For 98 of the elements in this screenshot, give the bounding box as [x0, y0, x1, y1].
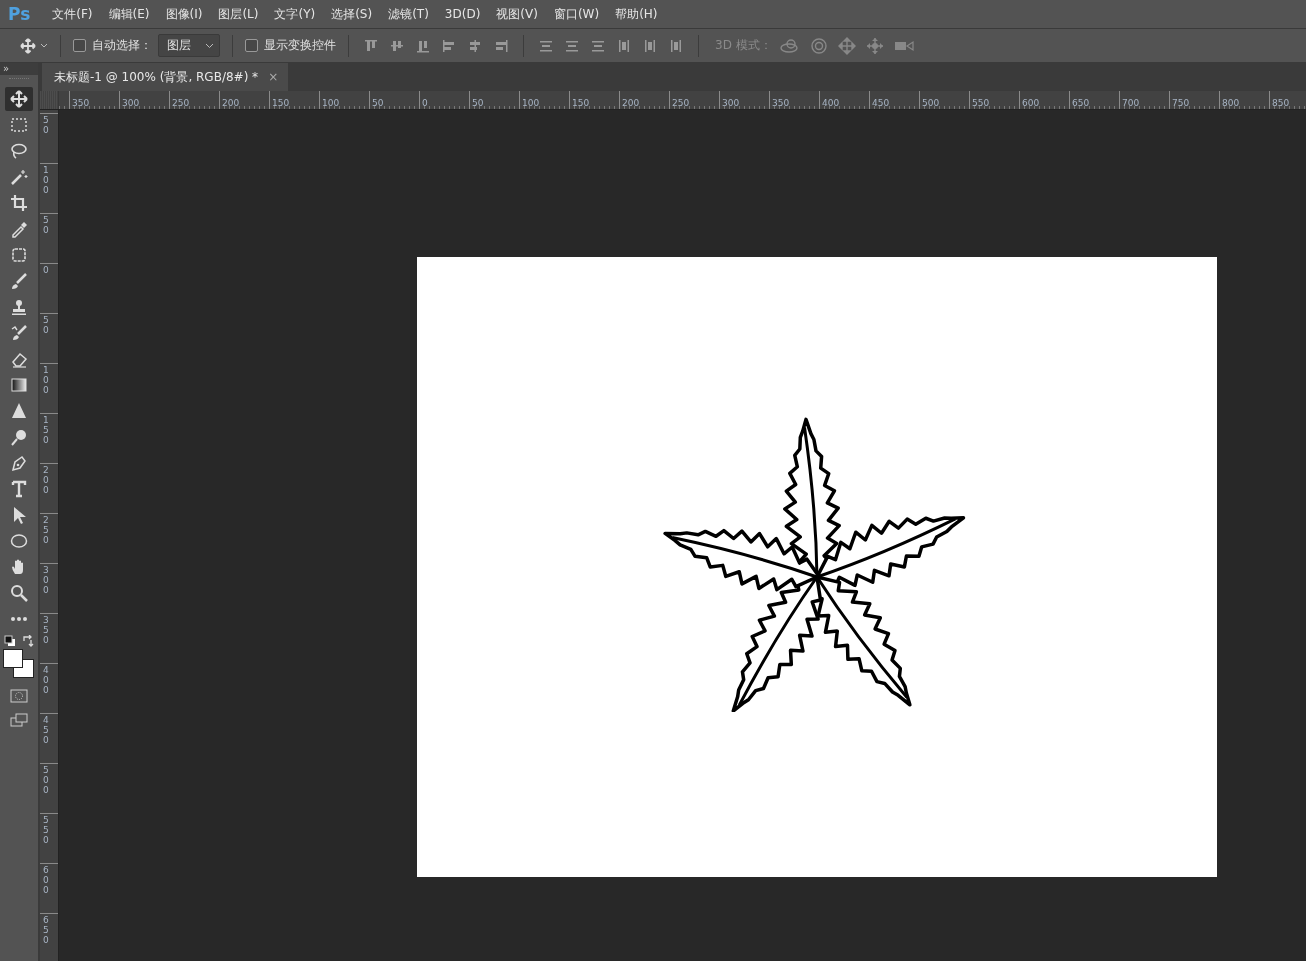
ruler-label: 650 — [1071, 98, 1090, 108]
ruler-label: 500 — [43, 766, 50, 796]
align-icon[interactable] — [668, 37, 684, 54]
auto-select-label: 自动选择： — [92, 37, 152, 54]
document-tab[interactable]: 未标题-1 @ 100% (背景, RGB/8#) * × — [42, 63, 289, 91]
panel-toggle[interactable]: » — [0, 63, 38, 75]
ruler-label: 550 — [971, 98, 990, 108]
stamp-icon — [10, 298, 28, 316]
ruler-label: 250 — [43, 516, 50, 546]
ruler-label: 750 — [1171, 98, 1190, 108]
type-icon — [10, 480, 28, 498]
ruler-label: 50 — [43, 216, 50, 236]
align-icon[interactable] — [363, 37, 379, 54]
ruler-label: 550 — [43, 816, 50, 846]
ruler-label: 0 — [421, 98, 428, 108]
ruler-label: 50 — [471, 98, 484, 108]
ellipse-icon — [10, 532, 28, 550]
more-icon — [10, 616, 28, 622]
align-icon[interactable] — [441, 37, 457, 54]
eraser-icon — [10, 350, 28, 368]
video-camera-icon[interactable] — [893, 38, 914, 53]
patch-icon — [10, 246, 28, 264]
ruler-label: 350 — [43, 616, 50, 646]
menu-item[interactable]: 3D(D) — [444, 7, 481, 21]
ruler-label: 150 — [271, 98, 290, 108]
ruler-label: 450 — [43, 716, 50, 746]
ruler-label: 50 — [43, 316, 50, 336]
move-icon — [10, 90, 28, 108]
menu-item[interactable]: 视图(V) — [496, 5, 538, 23]
menu-item[interactable]: 帮助(H) — [615, 5, 658, 23]
swap-colors-icon[interactable] — [22, 635, 34, 647]
caret-icon — [205, 42, 214, 49]
ruler-label: 350 — [71, 98, 90, 108]
ruler-label: 300 — [43, 566, 50, 596]
ruler-label: 300 — [721, 98, 740, 108]
ruler-label: 150 — [571, 98, 590, 108]
ruler-label: 600 — [43, 866, 50, 896]
menu-item[interactable]: 图层(L) — [218, 5, 259, 23]
wand-icon — [10, 168, 28, 186]
align-icon[interactable] — [642, 37, 658, 54]
default-colors-icon[interactable] — [4, 635, 16, 647]
gradient-icon — [10, 376, 28, 394]
document-title: 未标题-1 @ 100% (背景, RGB/8#) * — [54, 68, 259, 86]
orbit-icon[interactable] — [779, 37, 800, 54]
lasso-icon — [10, 142, 28, 160]
show-transform-label: 显示变换控件 — [264, 37, 336, 54]
ruler-label: 350 — [771, 98, 790, 108]
ruler-label: 500 — [921, 98, 940, 108]
menu-item[interactable]: 选择(S) — [331, 5, 373, 23]
auto-select-checkbox[interactable] — [73, 39, 86, 52]
target-dropdown[interactable]: 图层 — [158, 34, 220, 57]
menu-item[interactable]: 编辑(E) — [108, 5, 150, 23]
ruler-label: 0 — [43, 266, 50, 276]
move-tool-button[interactable] — [5, 87, 33, 111]
ruler-label: 200 — [621, 98, 640, 108]
align-icon[interactable] — [493, 37, 509, 54]
ruler-label: 100 — [521, 98, 540, 108]
ruler-label: 450 — [871, 98, 890, 108]
history-brush-icon — [10, 324, 28, 342]
crop-icon — [10, 194, 28, 212]
quick-mask-icon[interactable] — [10, 689, 28, 703]
ruler-label: 250 — [671, 98, 690, 108]
ruler-label: 300 — [121, 98, 140, 108]
menu-item[interactable]: 图像(I) — [165, 5, 203, 23]
app-logo: Ps — [8, 4, 31, 24]
ruler-label: 50 — [43, 116, 50, 136]
ruler-label: 800 — [1221, 98, 1240, 108]
ruler-label: 650 — [43, 916, 50, 946]
ruler-label: 700 — [1121, 98, 1140, 108]
menu-item[interactable]: 文字(Y) — [274, 5, 316, 23]
ruler-label: 200 — [221, 98, 240, 108]
menu-item[interactable]: 文件(F) — [52, 5, 93, 23]
marquee-icon — [10, 116, 28, 134]
screen-mode-icon[interactable] — [10, 713, 28, 727]
ruler-label: 100 — [321, 98, 340, 108]
show-transform-checkbox[interactable] — [245, 39, 258, 52]
brush-icon — [10, 272, 28, 290]
ruler-label: 100 — [43, 166, 50, 196]
eyedropper-icon — [10, 220, 28, 238]
ruler-label: 400 — [43, 666, 50, 696]
ruler-label: 600 — [1021, 98, 1040, 108]
pen-icon — [10, 454, 28, 472]
menu-item[interactable]: 窗口(W) — [553, 5, 600, 23]
menu-item[interactable]: 滤镜(T) — [388, 5, 429, 23]
zoom-icon — [10, 584, 28, 602]
align-icon[interactable] — [616, 37, 632, 54]
ruler-label: 400 — [821, 98, 840, 108]
align-icon[interactable] — [467, 37, 483, 54]
ruler-label: 150 — [43, 416, 50, 446]
ruler-label: 50 — [371, 98, 384, 108]
ruler-label: 200 — [43, 466, 50, 496]
color-swatches[interactable] — [3, 649, 35, 679]
rotate-icon[interactable] — [809, 36, 828, 55]
move-tool-icon[interactable] — [20, 37, 48, 54]
ruler-label: 100 — [43, 366, 50, 396]
ruler-label: 850 — [1271, 98, 1290, 108]
ruler-label: 250 — [171, 98, 190, 108]
close-button[interactable]: × — [268, 70, 279, 84]
